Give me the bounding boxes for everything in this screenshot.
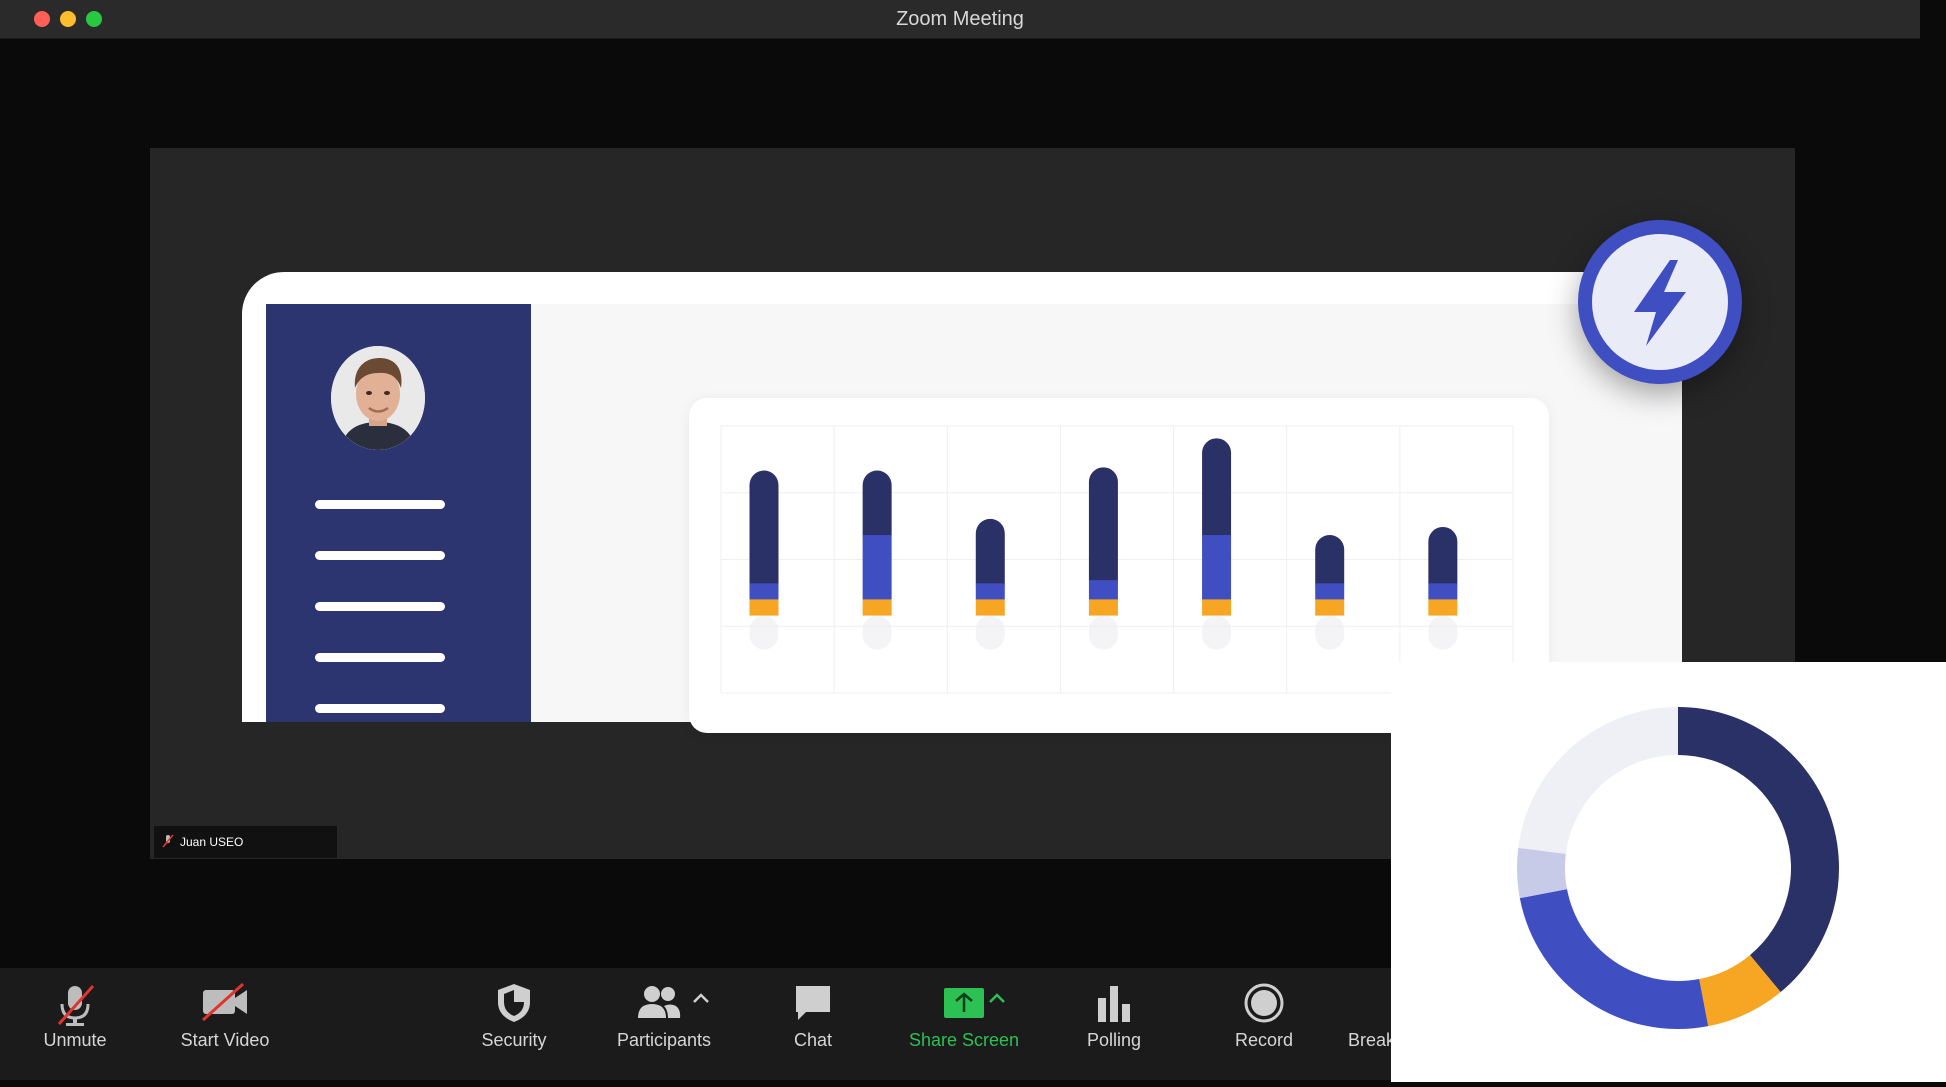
share-screen-label: Share Screen [908, 1030, 1020, 1050]
participants-icon [638, 986, 681, 1018]
user-photo [331, 346, 425, 450]
bar-segment [1202, 599, 1232, 616]
lightning-badge [1578, 220, 1742, 384]
lightning-icon [1634, 260, 1686, 346]
bar-segment [1088, 580, 1118, 600]
bar-reflection [1315, 615, 1345, 650]
donut-chart [1517, 707, 1839, 1029]
donut-slice [1518, 707, 1678, 854]
bar-segment [749, 470, 779, 598]
bar-segment [975, 583, 1005, 600]
bar-segment [862, 599, 892, 616]
chat-bubble-icon [796, 986, 830, 1020]
bar-segment [1315, 583, 1345, 600]
polling-label: Polling [1086, 1030, 1142, 1050]
donut-slice [1519, 889, 1709, 1029]
participants-label: Participants [616, 1030, 712, 1050]
start-video-label: Start Video [180, 1030, 270, 1050]
start-video-button[interactable]: Start Video [145, 968, 305, 1080]
title-bar: Zoom Meeting [0, 0, 1920, 39]
participants-button[interactable]: Participants [584, 968, 744, 1080]
security-button[interactable]: Security [434, 968, 594, 1080]
menu-line [315, 653, 445, 662]
bar-reflection [862, 615, 892, 650]
menu-line [315, 500, 445, 509]
bar-reflection [1428, 615, 1458, 650]
video-off-icon [201, 982, 247, 1022]
security-label: Security [481, 1030, 547, 1050]
bar-reflection [1202, 615, 1232, 650]
polling-icon [1098, 986, 1130, 1022]
bar-segment [1088, 599, 1118, 616]
participant-name: Juan USEO [180, 835, 244, 849]
participant-name-tag: Juan USEO [154, 826, 337, 858]
window-title: Zoom Meeting [896, 8, 1024, 30]
menu-line [315, 551, 445, 560]
bar-reflection [975, 615, 1005, 650]
chat-button[interactable]: Chat [733, 968, 893, 1080]
polling-button[interactable]: Polling [1034, 968, 1194, 1080]
bar-segment [975, 599, 1005, 616]
bar-reflection [1088, 615, 1118, 650]
bar-segment [1428, 599, 1458, 616]
bar-segment [1202, 535, 1232, 600]
menu-line [315, 704, 445, 713]
share-screen-button[interactable]: Share Screen [884, 968, 1044, 1080]
microphone-muted-icon [57, 984, 95, 1026]
record-icon [1244, 983, 1284, 1023]
donut-slice [1678, 707, 1839, 993]
record-button[interactable]: Record [1184, 968, 1344, 1080]
microphone-muted-icon [162, 834, 174, 851]
menu-line [315, 602, 445, 611]
record-label: Record [1234, 1030, 1294, 1050]
unmute-label: Unmute [43, 1030, 107, 1050]
dashboard-sidebar [266, 304, 531, 722]
shield-icon [498, 984, 530, 1022]
chevron-up-icon[interactable] [692, 992, 710, 1004]
bar-reflection [749, 615, 779, 650]
donut-chart-card [1391, 662, 1946, 1082]
chat-label: Chat [793, 1030, 833, 1050]
bar-segment [1088, 467, 1118, 595]
bar-segment [1202, 438, 1232, 550]
unmute-button[interactable]: Unmute [0, 968, 155, 1080]
bar-segment [1315, 599, 1345, 616]
chevron-up-icon[interactable] [988, 992, 1006, 1004]
bar-segment [1428, 583, 1458, 600]
bar-segment [862, 535, 892, 600]
bar-segment [749, 583, 779, 600]
share-screen-icon [944, 988, 984, 1018]
bar-segment [749, 599, 779, 616]
